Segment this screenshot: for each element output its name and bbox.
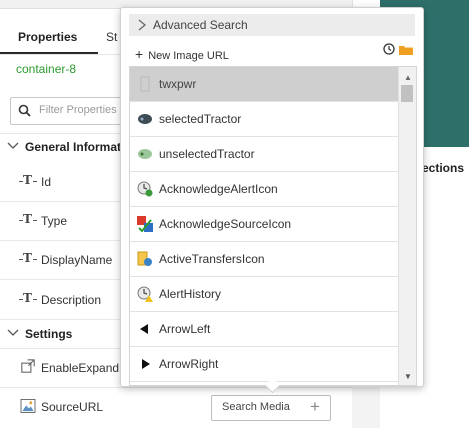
new-image-url-button[interactable]: + New Image URL	[135, 46, 229, 62]
search-icon	[18, 104, 31, 117]
list-item-label: AlertHistory	[159, 287, 222, 301]
arrow-left-icon	[140, 324, 148, 334]
filter-placeholder: Filter Properties	[39, 104, 117, 116]
search-media-label: Search Media	[222, 401, 290, 413]
expand-toggle-icon	[21, 359, 35, 373]
new-image-url-label: New Image URL	[148, 50, 229, 62]
property-label: Id	[41, 175, 52, 189]
image-list[interactable]: twxpwr selectedTractor unselectedTractor…	[129, 66, 417, 386]
chevron-right-icon	[138, 19, 147, 31]
container-name: container-8	[16, 62, 77, 76]
list-item-selectedtractor[interactable]: selectedTractor	[130, 102, 398, 137]
alert-history-icon	[137, 286, 153, 302]
list-item-arrowright[interactable]: ArrowRight	[130, 347, 398, 382]
add-icon: +	[310, 397, 320, 416]
list-item-acknowledgesourceicon[interactable]: AcknowledgeSourceIcon	[130, 207, 398, 242]
chevron-down-icon	[7, 142, 19, 149]
scroll-thumb[interactable]	[401, 85, 413, 102]
list-scrollbar[interactable]: ▲ ▼	[398, 67, 416, 385]
list-item-label: ActiveTransfersIcon	[159, 252, 265, 266]
add-icon: +	[135, 46, 144, 62]
text-type-icon: T	[19, 212, 37, 228]
list-item-label: unselectedTractor	[159, 147, 255, 161]
property-label: SourceURL	[41, 400, 104, 414]
list-item-activetransfersicon[interactable]: ActiveTransfersIcon	[130, 242, 398, 277]
placeholder-image-icon	[140, 76, 150, 92]
search-media-button[interactable]: Search Media +	[211, 395, 331, 421]
advanced-search-label: Advanced Search	[153, 18, 248, 32]
text-type-icon: T	[19, 251, 37, 267]
list-item-label: twxpwr	[159, 77, 197, 91]
list-item-label: ArrowRight	[159, 357, 219, 371]
tab-style[interactable]: St	[106, 30, 117, 44]
section-label: General Informati	[25, 140, 125, 154]
acknowledge-alert-icon	[137, 181, 153, 197]
scroll-up-icon[interactable]: ▲	[404, 73, 412, 82]
tractor-dark-icon	[138, 114, 152, 124]
section-label: Settings	[25, 327, 73, 341]
property-label: DisplayName	[41, 253, 113, 267]
clock-icon[interactable]	[383, 43, 395, 55]
text-type-icon: T	[19, 173, 37, 189]
property-label: EnableExpand	[41, 361, 120, 375]
scroll-down-icon[interactable]: ▼	[404, 372, 412, 381]
list-item-label: ArrowLeft	[159, 322, 211, 336]
list-item-acknowledgealerticon[interactable]: AcknowledgeAlertIcon	[130, 172, 398, 207]
list-item-alerthistory[interactable]: AlertHistory	[130, 277, 398, 312]
folder-icon[interactable]	[399, 45, 413, 55]
tractor-green-icon	[138, 149, 152, 159]
arrow-right-icon	[142, 359, 150, 369]
text-type-icon: T	[19, 291, 37, 307]
connections-heading: ections	[422, 161, 465, 175]
list-item-label: AcknowledgeAlertIcon	[159, 182, 278, 196]
active-transfers-icon	[137, 251, 152, 266]
image-picker-popup: Advanced Search + New Image URL twxpwr se…	[120, 7, 424, 387]
chevron-down-icon	[7, 329, 19, 336]
list-item-label: selectedTractor	[159, 112, 242, 126]
advanced-search-toggle[interactable]: Advanced Search	[129, 14, 415, 36]
list-item-label: AcknowledgeSourceIcon	[159, 217, 292, 231]
list-item-unselectedtractor[interactable]: unselectedTractor	[130, 137, 398, 172]
property-label: Type	[41, 214, 68, 228]
list-item-arrowleft[interactable]: ArrowLeft	[130, 312, 398, 347]
acknowledge-source-icon	[137, 216, 153, 232]
tab-properties[interactable]: Properties	[18, 30, 77, 44]
image-icon	[20, 399, 36, 413]
list-item-twxpwr[interactable]: twxpwr	[130, 67, 398, 102]
property-label: Description	[41, 293, 102, 307]
